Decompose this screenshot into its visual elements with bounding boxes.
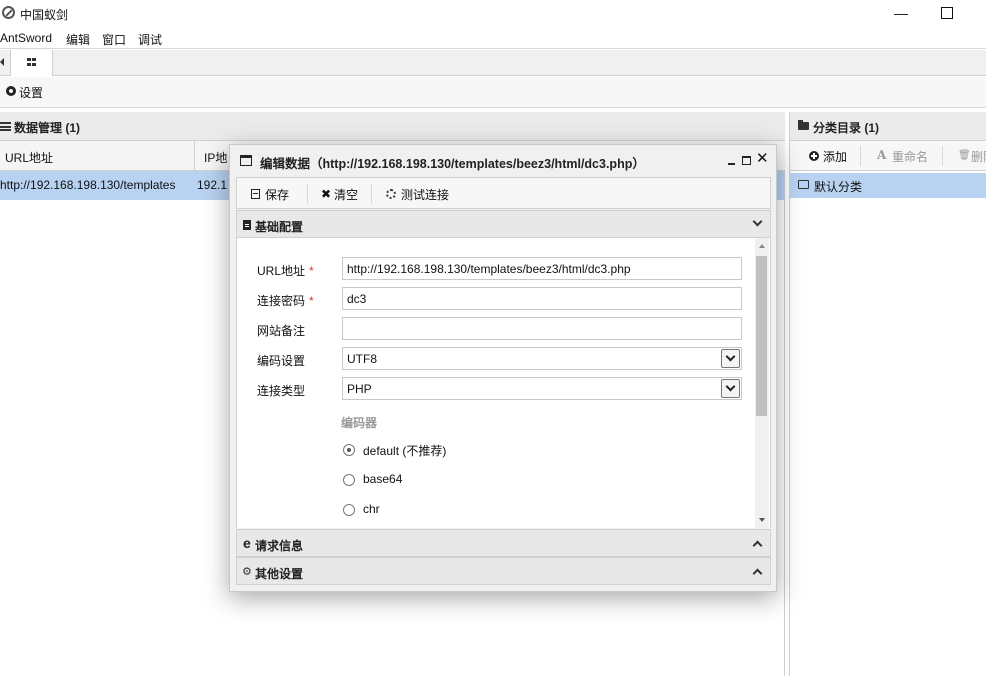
test-connection-button[interactable]: 测试连接 (401, 186, 449, 203)
column-divider[interactable] (194, 141, 195, 171)
encoder-label-base64[interactable]: base64 (363, 472, 402, 486)
toolbar-divider (307, 184, 308, 204)
category-panel: 分类目录 (1) 添加 A 重命名 🗑 删除 默认分类 (789, 112, 986, 676)
url-label: URL地址 * (257, 264, 314, 278)
main-toolbar: 设置 (0, 77, 986, 108)
tree-item-label: 默认分类 (814, 180, 863, 194)
password-input[interactable] (342, 287, 742, 310)
encoder-label: 编码器 (341, 416, 378, 430)
add-category-button[interactable]: 添加 (823, 148, 847, 165)
encoder-label-chr[interactable]: chr (363, 502, 380, 516)
password-label: 连接密码 * (257, 294, 314, 308)
type-value: PHP (347, 382, 372, 396)
menubar: AntSword 编辑 窗口 调试 (0, 27, 986, 49)
save-button[interactable]: 保存 (265, 186, 289, 203)
data-panel-header: 数据管理 (1) (0, 112, 785, 141)
section-basic-config[interactable]: 基础配置 (236, 210, 771, 238)
scrollbar-thumb[interactable] (756, 256, 767, 416)
encoder-radio-chr[interactable] (343, 504, 355, 516)
menu-debug[interactable]: 调试 (138, 31, 162, 48)
grid-icon (27, 58, 37, 67)
scroll-down-icon[interactable] (759, 518, 765, 522)
category-panel-title: 分类目录 (1) (813, 121, 880, 135)
category-toolbar: 添加 A 重命名 🗑 删除 (790, 141, 986, 171)
toolbar-divider (942, 146, 943, 166)
times-icon[interactable]: ✖ (321, 187, 331, 201)
dialog-title: 编辑数据（http://192.168.198.130/templates/be… (260, 157, 645, 171)
encoding-select[interactable]: UTF8 (342, 347, 742, 370)
section-request-info[interactable]: e 请求信息 (236, 529, 771, 557)
basic-config-form: URL地址* 连接密码* 网站备注 编码设置 UTF8 连接类型 PHP 编码器… (236, 238, 771, 528)
delete-category-button[interactable]: 删除 (971, 148, 986, 165)
cell-url: http://192.168.198.130/templates (0, 178, 176, 192)
type-select[interactable]: PHP (342, 377, 742, 400)
category-panel-header: 分类目录 (1) (790, 112, 986, 141)
chevron-up-icon[interactable] (752, 568, 763, 579)
tree-item[interactable]: 默认分类 (790, 173, 986, 198)
clear-button[interactable]: 清空 (334, 186, 358, 203)
window-titlebar: 中国蚁剑 — (0, 0, 986, 27)
tab-scroll-left-icon[interactable] (0, 58, 4, 66)
form-scrollbar[interactable] (755, 238, 769, 528)
edit-data-dialog: 编辑数据（http://192.168.198.130/templates/be… (229, 144, 777, 592)
cogs-icon: ⚙ (242, 566, 252, 578)
dialog-titlebar[interactable]: 编辑数据（http://192.168.198.130/templates/be… (230, 145, 776, 176)
required-mark: * (309, 294, 314, 308)
section-other-settings[interactable]: ⚙ 其他设置 (236, 557, 771, 585)
window-icon (240, 155, 252, 166)
list-icon (0, 122, 11, 131)
internet-explorer-icon: e (243, 535, 251, 551)
data-panel-title: 数据管理 (1) (14, 121, 81, 135)
settings-button[interactable]: 设置 (19, 84, 43, 101)
section-title: 其他设置 (255, 567, 304, 581)
dialog-toolbar: 保存 ✖ 清空 测试连接 (236, 177, 771, 209)
tab-home[interactable] (10, 50, 53, 76)
folder-icon (798, 120, 809, 130)
maximize-icon[interactable] (742, 156, 751, 165)
menu-antsword[interactable]: AntSword (0, 31, 52, 45)
column-url[interactable]: URL地址 (5, 149, 53, 166)
tab-strip (0, 50, 986, 76)
menu-edit[interactable]: 编辑 (66, 31, 90, 48)
required-mark: * (309, 264, 314, 278)
chevron-up-icon[interactable] (752, 540, 763, 551)
close-icon[interactable]: ✕ (756, 151, 769, 167)
column-ip[interactable]: IP地 (204, 149, 227, 166)
note-input[interactable] (342, 317, 742, 340)
minimize-icon[interactable]: — (889, 2, 913, 24)
maximize-icon[interactable] (934, 2, 958, 24)
toolbar-divider (371, 184, 372, 204)
encoder-label-default[interactable]: default (不推荐) (363, 442, 446, 459)
minimize-icon[interactable] (727, 154, 737, 166)
scroll-up-icon[interactable] (759, 244, 765, 248)
encoding-label: 编码设置 (257, 354, 306, 368)
antsword-logo-icon (2, 6, 15, 19)
section-title: 基础配置 (255, 220, 304, 234)
trash-icon: 🗑 (958, 150, 971, 161)
floppy-icon[interactable] (251, 189, 260, 199)
chevron-down-icon[interactable] (721, 379, 740, 398)
encoder-radio-base64[interactable] (343, 474, 355, 486)
spinner-icon[interactable] (386, 189, 396, 199)
plus-circle-icon[interactable] (809, 151, 819, 161)
window-title: 中国蚁剑 (20, 8, 69, 22)
font-icon: A (877, 148, 887, 162)
rename-category-button[interactable]: 重命名 (892, 148, 928, 165)
menu-window[interactable]: 窗口 (102, 31, 126, 48)
toolbar-divider (860, 146, 861, 166)
section-title: 请求信息 (255, 539, 304, 553)
chevron-down-icon[interactable] (752, 216, 763, 227)
encoder-radio-default[interactable] (343, 444, 355, 456)
gear-icon[interactable] (6, 86, 16, 96)
url-input[interactable] (342, 257, 742, 280)
encoding-value: UTF8 (347, 352, 377, 366)
file-text-icon (243, 220, 251, 230)
chevron-down-icon[interactable] (721, 349, 740, 368)
note-label: 网站备注 (257, 324, 306, 338)
folder-outline-icon (798, 180, 809, 189)
type-label: 连接类型 (257, 384, 306, 398)
